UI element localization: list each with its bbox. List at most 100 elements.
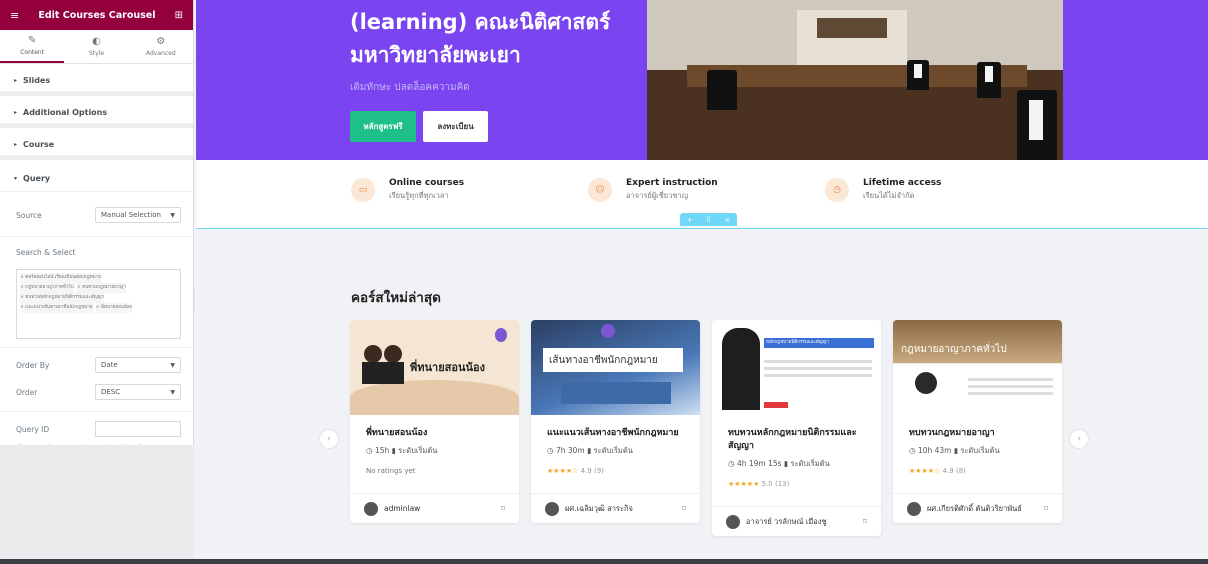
- selected-tag[interactable]: × คอร์สออนไลน์ เรียนเขียนสอบกฎหมาย: [20, 273, 101, 283]
- feature-subtitle: เรียนรู้ทุกที่ทุกเวลา: [389, 191, 449, 200]
- carousel-prev-button[interactable]: ‹: [319, 429, 339, 449]
- author-name[interactable]: adminlaw: [384, 504, 420, 513]
- clock-icon: ◷: [547, 446, 556, 455]
- feature-online-courses: ▭ Online courses เรียนรู้ทุกที่ทุกเวลา: [351, 178, 464, 202]
- course-level: ระดับเริ่มต้น: [960, 446, 1000, 455]
- course-level: ระดับเริ่มต้น: [790, 459, 830, 468]
- course-title[interactable]: พี่ทนายสอนน้อง: [366, 427, 503, 440]
- hero-title: (learning) คณะนิติศาสตร์ มหาวิทยาลัยพะเย…: [350, 6, 650, 72]
- section-label: Additional Options: [23, 108, 108, 117]
- course-author-row: ผศ.เฉลิมวุฒิ สาระกิจ ⌑: [531, 493, 700, 523]
- query-id-control: Query ID: [0, 418, 193, 440]
- section-label: Course: [23, 140, 55, 149]
- course-duration: 15h: [374, 446, 390, 455]
- course-title[interactable]: ทบทวนกฎหมายอาญา: [909, 427, 1046, 440]
- course-card[interactable]: พี่ทนายสอนน้อง พี่ทนายสอนน้อง ◷ 15h ▮ ระ…: [350, 320, 519, 523]
- section-course[interactable]: ▸ Course: [0, 134, 193, 160]
- section-slides[interactable]: ▸ Slides: [0, 70, 193, 96]
- hero-subtitle: เติมทักษะ ปลดล็อคความคิด: [350, 82, 470, 93]
- rating-stars: ★★★★★: [728, 480, 760, 488]
- course-card[interactable]: หลักกฎหมายนิติกรรมและสัญญา ทบทวนหลักกฎหม…: [712, 320, 881, 536]
- feature-title: Expert instruction: [626, 178, 718, 188]
- course-thumbnail[interactable]: หลักกฎหมายนิติกรรมและสัญญา: [712, 320, 881, 415]
- contrast-icon: ◐: [92, 36, 101, 47]
- panel-header: ≡ Edit Courses Carousel ⊞: [0, 0, 193, 30]
- bookmark-icon[interactable]: ⌑: [1044, 504, 1048, 513]
- chevron-down-icon: ▼: [170, 211, 175, 219]
- avatar: [545, 501, 559, 516]
- avatar: [907, 501, 921, 516]
- tab-label: Style: [88, 50, 105, 57]
- selected-tag[interactable]: × ทบทวนหลักกฎหมายนิติกรรมและสัญญา: [20, 293, 105, 303]
- hero-section: (learning) คณะนิติศาสตร์ มหาวิทยาลัยพะเย…: [196, 0, 1208, 160]
- bookmark-icon[interactable]: ⌑: [863, 517, 867, 526]
- course-card[interactable]: เส้นทางอาชีพนักกฎหมาย แนะแนวเส้นทางอาชีพ…: [531, 320, 700, 523]
- selected-tag[interactable]: × กฎหมายอาญาภาคทั่วไป: [20, 283, 74, 293]
- grid-icon[interactable]: ⊞: [175, 10, 183, 21]
- avatar: [364, 501, 378, 516]
- course-title[interactable]: แนะแนวเส้นทางอาชีพนักกฎหมาย: [547, 427, 684, 440]
- course-meta: ◷ 10h 43m ▮ ระดับเริ่มต้น: [909, 445, 1046, 457]
- chevron-right-icon: ›: [1077, 434, 1081, 444]
- order-by-value: Date: [101, 361, 118, 369]
- order-by-select[interactable]: Date ▼: [95, 357, 181, 373]
- panel-footer-area: [0, 445, 194, 564]
- rating-value: 4.9 (9): [580, 467, 604, 475]
- courtroom-photo: [647, 0, 1063, 160]
- add-section-icon[interactable]: +: [687, 216, 693, 224]
- author-name[interactable]: อาจารย์ วรลักษณ์ เมืองชู: [746, 516, 827, 528]
- rating-stars: ★★★★☆: [547, 467, 579, 475]
- avatar: [726, 514, 740, 529]
- selected-tag[interactable]: × แนะแนวเส้นทางอาชีพนักกฎหมาย: [20, 303, 93, 313]
- hamburger-icon[interactable]: ≡: [10, 9, 19, 22]
- course-thumbnail[interactable]: กฎหมายอาญาภาคทั่วไป: [893, 320, 1062, 415]
- course-title[interactable]: ทบทวนหลักกฎหมายนิติกรรมและสัญญา: [728, 427, 865, 453]
- course-meta: ◷ 4h 19m 15s ▮ ระดับเริ่มต้น: [728, 458, 865, 470]
- chevron-down-icon: ▼: [170, 388, 175, 396]
- query-id-input[interactable]: [95, 421, 181, 437]
- selected-tag[interactable]: × ทบทวนกฎหมายอาญา: [76, 283, 126, 293]
- source-select[interactable]: Manual Selection ▼: [95, 207, 181, 223]
- caret-right-icon: ▸: [14, 77, 18, 84]
- free-courses-button[interactable]: หลักสูตรฟรี: [350, 111, 416, 142]
- course-duration: 10h 43m: [917, 446, 952, 455]
- tab-content[interactable]: ✎ Content: [0, 30, 65, 63]
- section-label: Slides: [23, 76, 51, 85]
- delete-section-icon[interactable]: ×: [724, 216, 730, 224]
- tab-advanced[interactable]: ⚙ Advanced: [129, 30, 193, 63]
- order-value: DESC: [101, 388, 121, 396]
- source-control: Source Manual Selection ▼: [0, 204, 193, 226]
- drag-handle-icon[interactable]: ⠿: [706, 216, 711, 224]
- author-name[interactable]: ผศ.เกียรติศักดิ์ ตันติวริยาพันธ์: [927, 503, 1022, 515]
- hero-title-line: (learning) คณะนิติศาสตร์: [350, 10, 611, 34]
- rating-value: 4.9 (8): [942, 467, 966, 475]
- users-icon: ☺: [588, 178, 612, 202]
- carousel-next-button[interactable]: ›: [1069, 429, 1089, 449]
- author-name[interactable]: ผศ.เฉลิมวุฒิ สาระกิจ: [565, 503, 633, 515]
- course-duration: 4h 19m 15s: [736, 459, 782, 468]
- bookmark-icon[interactable]: ⌑: [501, 504, 505, 513]
- course-rating: ★★★★★ 5.0 (13): [728, 480, 865, 488]
- course-author-row: อาจารย์ วรลักษณ์ เมืองชู ⌑: [712, 506, 881, 536]
- source-label: Source: [16, 210, 42, 220]
- course-card[interactable]: กฎหมายอาญาภาคทั่วไป ทบทวนกฎหมายอาญา ◷ 10…: [893, 320, 1062, 523]
- tab-label: Content: [20, 49, 45, 56]
- section-additional-options[interactable]: ▸ Additional Options: [0, 102, 193, 128]
- pencil-icon: ✎: [27, 35, 37, 46]
- register-button[interactable]: ลงทะเบียน: [423, 111, 488, 142]
- order-by-control: Order By Date ▼: [0, 354, 193, 376]
- rating-value: 5.0 (13): [761, 480, 790, 488]
- tag-select-box[interactable]: × คอร์สออนไลน์ เรียนเขียนสอบกฎหมาย × กฎห…: [16, 269, 181, 339]
- tab-style[interactable]: ◐ Style: [64, 30, 128, 63]
- course-level: ระดับเริ่มต้น: [593, 446, 633, 455]
- feature-title: Lifetime access: [863, 178, 942, 188]
- selected-tag[interactable]: × พี่ทนายสอนน้อง: [95, 303, 133, 313]
- clock-icon: ◷: [825, 178, 849, 202]
- course-thumbnail[interactable]: พี่ทนายสอนน้อง: [350, 320, 519, 415]
- section-query[interactable]: ▾ Query: [0, 166, 193, 192]
- order-select[interactable]: DESC ▼: [95, 384, 181, 400]
- thumbnail-text: กฎหมายอาญาภาคทั่วไป: [901, 344, 1007, 355]
- section-handle-bar: + ⠿ ×: [680, 213, 737, 226]
- bookmark-icon[interactable]: ⌑: [682, 504, 686, 513]
- course-thumbnail[interactable]: เส้นทางอาชีพนักกฎหมาย: [531, 320, 700, 415]
